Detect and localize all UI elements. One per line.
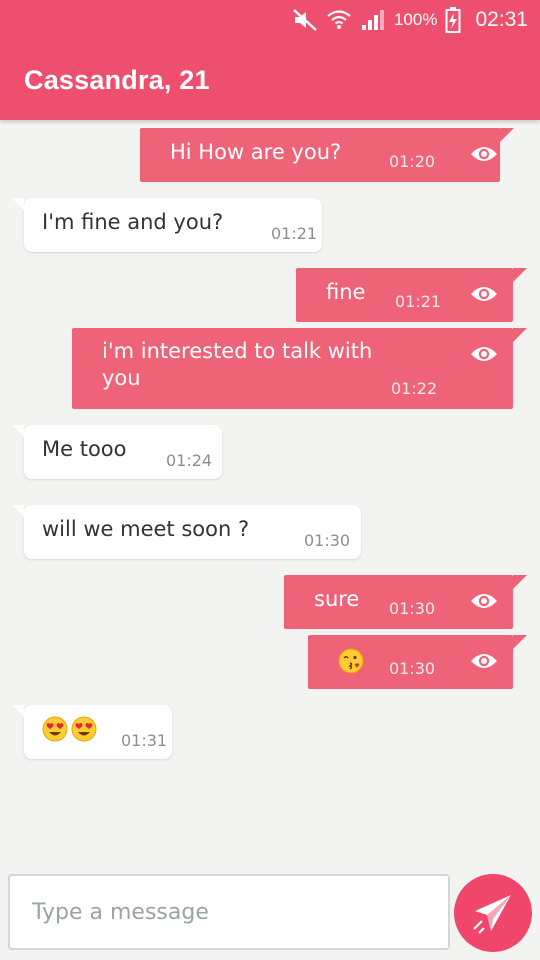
message-text: sure: [314, 587, 360, 611]
seen-eye-icon: [471, 287, 497, 301]
message-received[interactable]: Me tooo 01:24: [12, 425, 222, 479]
heart-eyes-emoji: [71, 716, 97, 742]
message-received[interactable]: I'm fine and you? 01:21: [12, 198, 322, 252]
message-text: i'm interested to talk with you: [102, 339, 373, 390]
chat-header: Cassandra, 21: [0, 40, 540, 120]
message-text: Hi How are you?: [170, 140, 342, 164]
wifi-icon: [326, 8, 352, 32]
message-sent[interactable]: 01:30: [308, 635, 527, 689]
message-time: 01:24: [166, 451, 213, 470]
message-time: 01:30: [389, 599, 436, 618]
message-time: 01:20: [389, 152, 436, 171]
message-time: 01:22: [391, 379, 438, 398]
battery-level: 100%: [393, 10, 438, 29]
message-time: 01:30: [304, 531, 351, 550]
message-input[interactable]: [10, 876, 448, 948]
message-time: 01:21: [271, 224, 318, 243]
message-time: 01:30: [389, 659, 436, 678]
status-bar: 100% 02:31: [0, 0, 540, 40]
message-received[interactable]: will we meet soon ? 01:30: [12, 505, 361, 559]
seen-eye-icon: [471, 147, 497, 161]
message-text: I'm fine and you?: [42, 210, 224, 234]
message-time: 01:21: [395, 292, 442, 311]
message-sent[interactable]: i'm interested to talk with you 01:22: [72, 328, 527, 409]
seen-eye-icon: [471, 594, 497, 608]
battery-charging-icon: [445, 7, 461, 33]
kissing-face-emoji: [338, 648, 364, 674]
paper-plane-icon: [473, 895, 511, 934]
signal-icon: [360, 8, 386, 32]
mute-icon: [292, 8, 318, 32]
heart-eyes-emoji: [42, 716, 68, 742]
status-time: 02:31: [475, 8, 528, 31]
message-sent[interactable]: fine 01:21: [296, 268, 527, 322]
seen-eye-icon: [471, 347, 497, 361]
message-received[interactable]: 01:31: [12, 705, 172, 759]
seen-eye-icon: [471, 654, 497, 668]
message-text: fine: [326, 280, 366, 304]
message-text: Me tooo: [42, 437, 127, 461]
message-composer: [8, 874, 450, 950]
message-sent[interactable]: sure 01:30: [284, 575, 527, 629]
message-text: will we meet soon ?: [42, 517, 250, 541]
message-time: 01:31: [121, 731, 168, 750]
contact-name: Cassandra, 21: [24, 64, 210, 95]
message-sent[interactable]: Hi How are you? 01:20: [140, 128, 514, 182]
send-button[interactable]: [454, 874, 532, 952]
